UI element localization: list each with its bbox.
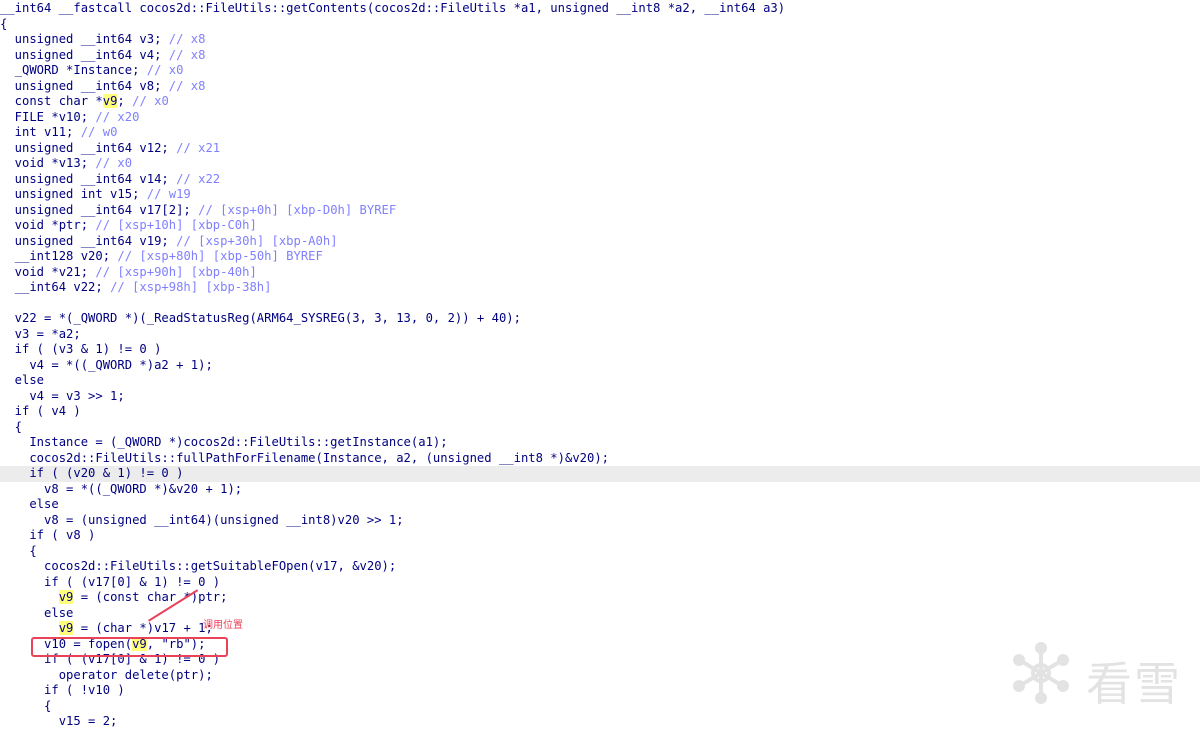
code-line[interactable]: v8 = (unsigned __int64)(unsigned __int8)…	[0, 513, 1200, 529]
code-line[interactable]: unsigned __int64 v12; // x21	[0, 141, 1200, 157]
code-line[interactable]: __int128 v20; // [xsp+80h] [xbp-50h] BYR…	[0, 249, 1200, 265]
annotation-label: 调用位置	[203, 620, 243, 631]
code-line[interactable]: Instance = (_QWORD *)cocos2d::FileUtils:…	[0, 435, 1200, 451]
code-line[interactable]: unsigned __int64 v8; // x8	[0, 79, 1200, 95]
code-line[interactable]: if ( (v3 & 1) != 0 )	[0, 342, 1200, 358]
code-line[interactable]: __int64 v22; // [xsp+98h] [xbp-38h]	[0, 280, 1200, 296]
code-line[interactable]: unsigned __int64 v19; // [xsp+30h] [xbp-…	[0, 234, 1200, 250]
code-line[interactable]: else	[0, 606, 1200, 622]
code-line[interactable]: void *ptr; // [xsp+10h] [xbp-C0h]	[0, 218, 1200, 234]
code-line[interactable]: cocos2d::FileUtils::getSuitableFOpen(v17…	[0, 559, 1200, 575]
code-line[interactable]: cocos2d::FileUtils::fullPathForFilename(…	[0, 451, 1200, 467]
code-line[interactable]	[0, 296, 1200, 312]
snowflake-icon	[1013, 642, 1069, 704]
code-line[interactable]: {	[0, 544, 1200, 560]
code-line[interactable]: v15 = 2;	[0, 714, 1200, 730]
code-line[interactable]: unsigned __int64 v4; // x8	[0, 48, 1200, 64]
code-line[interactable]: v8 = *((_QWORD *)&v20 + 1);	[0, 482, 1200, 498]
code-line[interactable]: else	[0, 497, 1200, 513]
watermark-text: 看雪	[1086, 657, 1182, 711]
code-line[interactable]: _QWORD *Instance; // x0	[0, 63, 1200, 79]
code-line[interactable]: const char *v9; // x0	[0, 94, 1200, 110]
code-line[interactable]: v4 = *((_QWORD *)a2 + 1);	[0, 358, 1200, 374]
code-line[interactable]: void *v21; // [xsp+90h] [xbp-40h]	[0, 265, 1200, 281]
code-line[interactable]: {	[0, 17, 1200, 33]
code-line[interactable]: v4 = v3 >> 1;	[0, 389, 1200, 405]
code-line[interactable]: if ( (v20 & 1) != 0 )	[0, 466, 1200, 482]
code-line[interactable]: unsigned __int64 v3; // x8	[0, 32, 1200, 48]
pseudocode-view[interactable]: __int64 __fastcall cocos2d::FileUtils::g…	[0, 0, 1200, 730]
code-line[interactable]: {	[0, 420, 1200, 436]
watermark: 看雪	[1008, 640, 1188, 711]
code-line[interactable]: v3 = *a2;	[0, 327, 1200, 343]
code-line[interactable]: __int64 __fastcall cocos2d::FileUtils::g…	[0, 1, 1200, 17]
code-line[interactable]: v22 = *(_QWORD *)(_ReadStatusReg(ARM64_S…	[0, 311, 1200, 327]
code-line[interactable]: unsigned __int64 v14; // x22	[0, 172, 1200, 188]
code-line[interactable]: unsigned int v15; // w19	[0, 187, 1200, 203]
code-line[interactable]: if ( v8 )	[0, 528, 1200, 544]
code-line[interactable]: void *v13; // x0	[0, 156, 1200, 172]
code-line[interactable]: v9 = (char *)v17 + 1;	[0, 621, 1200, 637]
code-line[interactable]: unsigned __int64 v17[2]; // [xsp+0h] [xb…	[0, 203, 1200, 219]
code-line[interactable]: int v11; // w0	[0, 125, 1200, 141]
code-line[interactable]: if ( (v17[0] & 1) != 0 )	[0, 575, 1200, 591]
code-line[interactable]: FILE *v10; // x20	[0, 110, 1200, 126]
code-line[interactable]: v9 = (const char *)ptr;	[0, 590, 1200, 606]
callsite-highlight-box	[31, 637, 228, 657]
code-line[interactable]: else	[0, 373, 1200, 389]
code-line[interactable]: if ( v4 )	[0, 404, 1200, 420]
